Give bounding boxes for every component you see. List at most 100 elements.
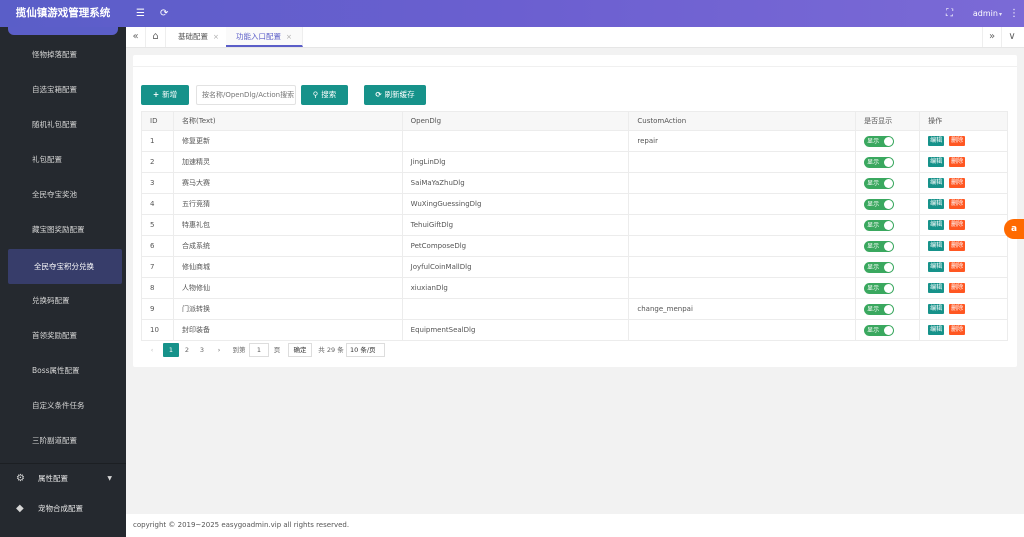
sidebar-item-tier3[interactable]: 三阶副道配置 — [0, 423, 126, 458]
sidebar-item-points-exchange[interactable]: 全民夺宝积分兑换 — [8, 249, 122, 284]
fullscreen-icon[interactable]: ⛶ — [946, 0, 953, 27]
tab-basic-config[interactable]: 基础配置 × — [168, 27, 230, 47]
edit-button[interactable]: 编辑 — [928, 199, 945, 209]
goto-page-input[interactable] — [249, 343, 269, 357]
visible-toggle[interactable]: 显示 — [864, 282, 895, 294]
sidebar-item-gift[interactable]: 礼包配置 — [0, 142, 126, 177]
delete-button[interactable]: 删除 — [949, 178, 966, 188]
visible-toggle[interactable]: 显示 — [864, 240, 895, 252]
cell-opendlg — [401, 298, 630, 320]
table-row: 9 门派转换 change_menpai 显示 编辑 删除 — [141, 298, 1008, 320]
refresh-cache-button[interactable]: ⟳ 刷新缓存 — [364, 85, 426, 105]
col-opendlg: OpenDlg — [401, 111, 630, 131]
page-size-value: 10 条/页 — [350, 346, 376, 354]
tab-entry-config[interactable]: 功能入口配置 × — [226, 27, 303, 47]
delete-button[interactable]: 删除 — [949, 199, 966, 209]
cell-id: 1 — [141, 130, 174, 152]
edit-button[interactable]: 编辑 — [928, 220, 945, 230]
visible-toggle[interactable]: 显示 — [864, 324, 895, 336]
delete-button[interactable]: 删除 — [949, 241, 966, 251]
sidebar-group-pet[interactable]: ◆ 宠物合成配置 — [0, 494, 126, 524]
goto-confirm-button[interactable]: 确定 — [288, 343, 312, 357]
delete-button[interactable]: 删除 — [949, 262, 966, 272]
delete-button[interactable]: 删除 — [949, 157, 966, 167]
floating-help-badge[interactable]: a — [1004, 219, 1024, 239]
visible-toggle[interactable]: 显示 — [864, 177, 895, 189]
sidebar-item-map-reward[interactable]: 藏宝图奖励配置 — [0, 212, 126, 247]
page-3[interactable]: 3 — [196, 343, 208, 357]
sidebar: 怪物掉落配置 自选宝箱配置 随机礼包配置 礼包配置 全民夺宝奖池 藏宝图奖励配置… — [0, 27, 126, 537]
search-button[interactable]: ⚲ 搜索 — [301, 85, 348, 105]
plus-icon: + — [152, 90, 160, 99]
sidebar-item-chest[interactable]: 自选宝箱配置 — [0, 72, 126, 107]
sidebar-item-boss-reward[interactable]: 首领奖励配置 — [0, 318, 126, 353]
search-button-label: 搜索 — [321, 90, 337, 99]
close-icon[interactable]: × — [213, 33, 219, 41]
home-icon[interactable]: ⌂ — [146, 27, 166, 47]
visible-toggle[interactable]: 显示 — [864, 198, 895, 210]
visible-toggle[interactable]: 显示 — [864, 135, 895, 147]
edit-button[interactable]: 编辑 — [928, 262, 945, 272]
prev-page-icon[interactable]: ‹ — [147, 343, 157, 357]
edit-button[interactable]: 编辑 — [928, 304, 945, 314]
edit-button[interactable]: 编辑 — [928, 283, 945, 293]
col-visible: 是否显示 — [855, 111, 921, 131]
edit-button[interactable]: 编辑 — [928, 136, 945, 146]
page-2[interactable]: 2 — [181, 343, 193, 357]
total-count: 共 29 条 — [318, 346, 344, 354]
sidebar-item-treasure-pool[interactable]: 全民夺宝奖池 — [0, 177, 126, 212]
sidebar-item-redeem-code[interactable]: 兑换码配置 — [0, 283, 126, 318]
user-menu[interactable]: admin▾ — [973, 0, 1002, 27]
cell-actions: 编辑 删除 — [919, 298, 1008, 320]
footer: copyright © 2019~2025 easygoadmin.vip al… — [126, 514, 1024, 537]
cell-id: 10 — [141, 319, 174, 341]
more-icon[interactable]: ⋮ — [1009, 0, 1019, 27]
menu-toggle-icon[interactable]: ☰ — [136, 0, 145, 27]
cell-text: 加速精灵 — [172, 151, 403, 173]
cell-id: 3 — [141, 172, 174, 194]
cell-opendlg: JingLinDlg — [401, 151, 630, 173]
sidebar-group-attributes[interactable]: ⚙ 属性配置 ▼ — [0, 464, 126, 494]
sidebar-item-monster-drop[interactable]: 怪物掉落配置 — [0, 37, 126, 72]
visible-toggle[interactable]: 显示 — [864, 156, 895, 168]
cell-text: 修复更新 — [172, 130, 403, 152]
delete-button[interactable]: 删除 — [949, 304, 966, 314]
tabs-next-icon[interactable]: » — [982, 27, 1002, 47]
delete-button[interactable]: 删除 — [949, 220, 966, 230]
delete-button[interactable]: 删除 — [949, 136, 966, 146]
edit-button[interactable]: 编辑 — [928, 241, 945, 251]
cell-visible: 显示 — [855, 319, 921, 341]
sidebar-item-boss-attr[interactable]: Boss属性配置 — [0, 353, 126, 388]
cell-opendlg: SaiMaYaZhuDlg — [401, 172, 630, 194]
add-button[interactable]: + 新增 — [141, 85, 189, 105]
tabs-dropdown-icon[interactable]: ∨ — [1002, 27, 1022, 47]
next-page-icon[interactable]: › — [213, 343, 225, 357]
edit-button[interactable]: 编辑 — [928, 325, 945, 335]
refresh-icon: ⟳ — [375, 90, 382, 99]
cell-text: 人物修仙 — [172, 277, 403, 299]
visible-toggle[interactable]: 显示 — [864, 219, 895, 231]
search-input[interactable] — [196, 85, 296, 105]
toggle-knob — [884, 178, 894, 188]
sidebar-item-random-gift[interactable]: 随机礼包配置 — [0, 107, 126, 142]
page-size-select[interactable]: 10 条/页 — [346, 343, 385, 357]
tab-label: 功能入口配置 — [236, 32, 281, 41]
cell-visible: 显示 — [855, 277, 921, 299]
cell-visible: 显示 — [855, 214, 921, 236]
tabs-prev-icon[interactable]: « — [126, 27, 146, 47]
delete-button[interactable]: 删除 — [949, 283, 966, 293]
close-icon[interactable]: × — [286, 33, 292, 41]
refresh-icon[interactable]: ⟳ — [160, 0, 168, 27]
sidebar-group-label: 属性配置 — [38, 474, 68, 483]
page-1[interactable]: 1 — [163, 343, 179, 357]
col-customaction: CustomAction — [628, 111, 857, 131]
cell-actions: 编辑 删除 — [919, 214, 1008, 236]
visible-toggle[interactable]: 显示 — [864, 303, 895, 315]
cell-opendlg: EquipmentSealDlg — [401, 319, 630, 341]
delete-button[interactable]: 删除 — [949, 325, 966, 335]
edit-button[interactable]: 编辑 — [928, 178, 945, 188]
visible-toggle[interactable]: 显示 — [864, 261, 895, 273]
edit-button[interactable]: 编辑 — [928, 157, 945, 167]
cell-customaction — [628, 256, 857, 278]
sidebar-item-custom-task[interactable]: 自定义条件任务 — [0, 388, 126, 423]
